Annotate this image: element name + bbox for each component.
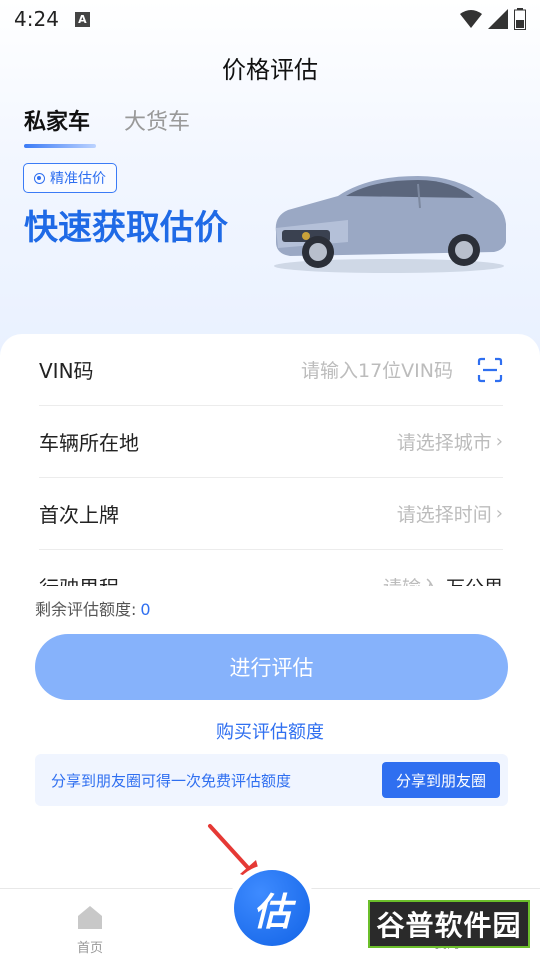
- share-moments-button[interactable]: 分享到朋友圈: [381, 762, 500, 798]
- vin-input[interactable]: 请输入17位VIN码: [301, 356, 453, 383]
- location-placeholder: 请选择城市: [396, 432, 492, 454]
- nav-home-label: 首页: [76, 941, 103, 956]
- page-title: 价格评估: [222, 56, 318, 84]
- first-registration-row[interactable]: 首次上牌 请选择时间 ›: [39, 478, 503, 550]
- scan-icon[interactable]: [477, 357, 503, 383]
- buy-quota-link[interactable]: 购买评估额度: [0, 718, 540, 744]
- tab-active-indicator: [24, 144, 96, 148]
- location-row[interactable]: 车辆所在地 请选择城市 ›: [39, 406, 503, 478]
- hero-headline: 快速获取估价: [24, 208, 228, 248]
- estimate-fab[interactable]: 估: [228, 864, 316, 952]
- tab-label: 大货车: [124, 110, 191, 135]
- home-icon: [78, 906, 102, 929]
- fab-label: 估: [234, 870, 310, 946]
- mileage-placeholder: 请输入: [383, 573, 440, 587]
- location-label: 车辆所在地: [39, 431, 139, 455]
- mileage-unit: 万公里: [446, 573, 503, 587]
- chevron-right-icon: ›: [495, 503, 503, 524]
- target-icon: [34, 172, 45, 184]
- vehicle-info-form: VIN码 请输入17位VIN码 车辆所在地 请选择城市 › 首次上牌 请选择时间…: [0, 334, 540, 586]
- nav-home[interactable]: 首页: [70, 903, 110, 956]
- badge-label: 精准估价: [50, 171, 106, 187]
- quota-label: 剩余评估额度:: [35, 600, 137, 619]
- share-banner: 分享到朋友圈可得一次免费评估额度 分享到朋友圈: [35, 754, 508, 806]
- vehicle-tabs: 私家车 大货车: [24, 104, 190, 148]
- first-registration-select[interactable]: 请选择时间 ›: [397, 500, 503, 527]
- signal-icon: [488, 9, 508, 29]
- share-text: 分享到朋友圈可得一次免费评估额度: [51, 771, 292, 790]
- precise-estimate-badge: 精准估价: [23, 163, 117, 193]
- tab-private-car[interactable]: 私家车: [24, 104, 96, 148]
- tab-truck[interactable]: 大货车: [124, 104, 190, 148]
- watermark-logo: 谷普软件园: [368, 900, 530, 948]
- chevron-right-icon: ›: [495, 431, 503, 452]
- remaining-quota: 剩余评估额度: 0: [35, 596, 151, 620]
- mileage-input[interactable]: 请输入 万公里: [383, 573, 503, 587]
- battery-icon: [514, 8, 526, 30]
- vin-label: VIN码: [39, 359, 94, 383]
- location-select[interactable]: 请选择城市 ›: [397, 428, 503, 455]
- tab-label: 私家车: [24, 110, 91, 135]
- first-registration-placeholder: 请选择时间: [396, 504, 492, 526]
- quota-value: 0: [140, 600, 151, 619]
- status-bar: 4:24 A: [0, 0, 540, 38]
- notification-icon: A: [74, 11, 90, 27]
- status-time: 4:24: [14, 7, 59, 31]
- evaluate-button[interactable]: 进行评估: [35, 634, 508, 700]
- mileage-label: 行驶里程: [39, 572, 119, 587]
- car-image: [274, 176, 506, 273]
- first-registration-label: 首次上牌: [39, 503, 119, 527]
- mileage-row[interactable]: 行驶里程 请输入 万公里: [39, 550, 503, 587]
- wifi-icon: [460, 10, 482, 28]
- vin-row[interactable]: VIN码 请输入17位VIN码: [39, 334, 503, 406]
